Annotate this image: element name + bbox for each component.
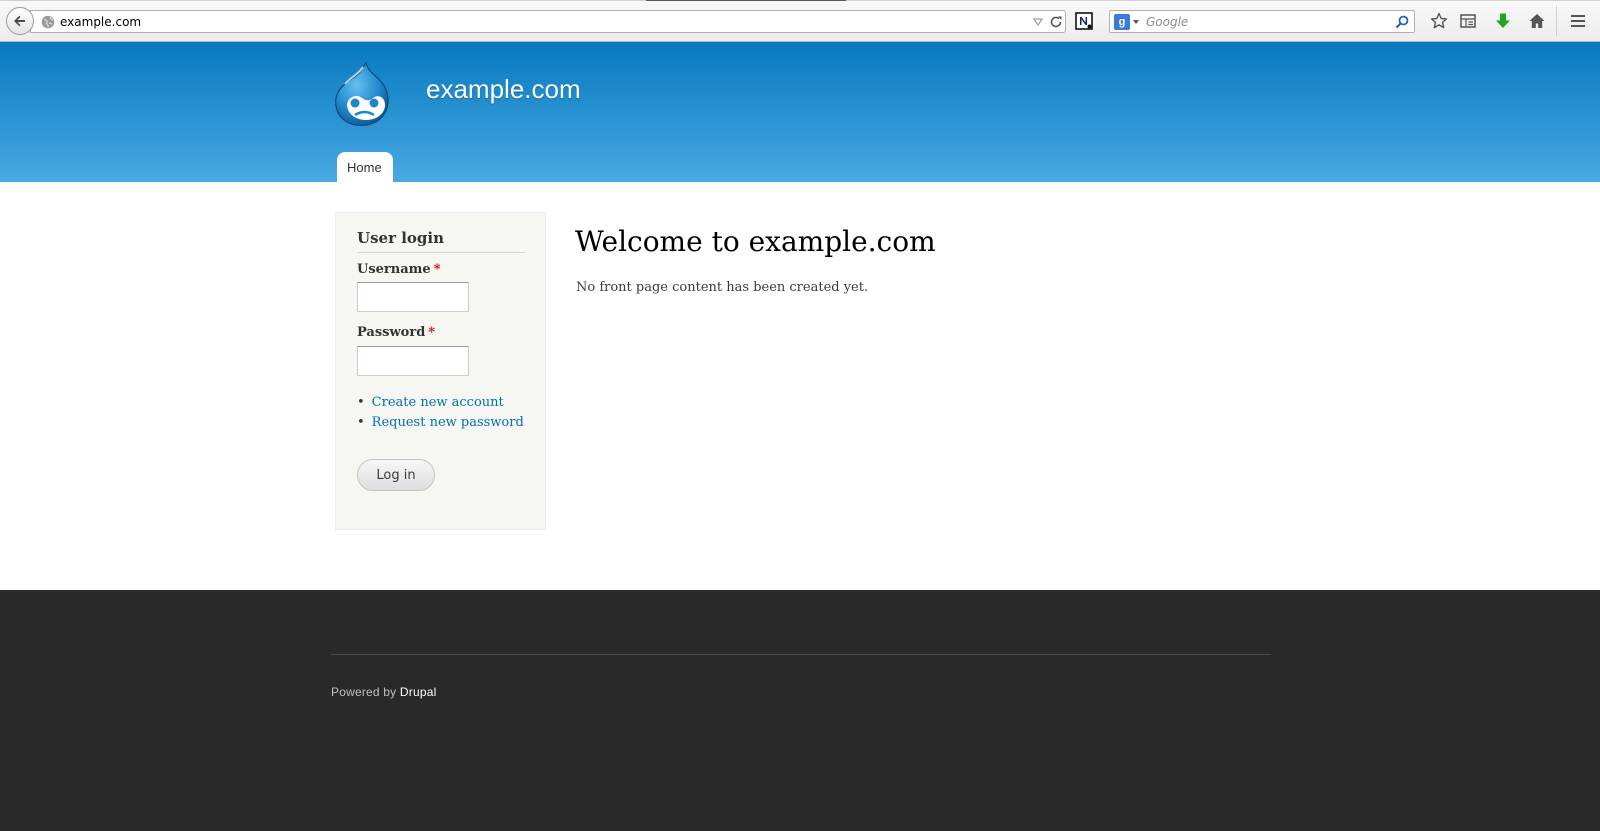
globe-icon [41,15,55,29]
site-footer: Powered by Drupal [0,590,1600,831]
block-title: User login [357,229,525,253]
login-links: Create new account Request new password [357,393,524,433]
footer-divider [330,654,1271,655]
menu-button[interactable] [1567,10,1589,32]
reload-icon[interactable] [1049,15,1063,29]
list-item: Create new account [357,393,524,413]
download-button[interactable] [1492,10,1514,32]
required-marker: * [433,262,441,277]
list-item: Request new password [357,413,524,433]
download-icon [1496,13,1510,28]
site-header: example.com Home [0,42,1600,182]
password-label: Password * [357,325,435,340]
password-label-text: Password [357,325,426,340]
password-input[interactable] [357,346,469,376]
evernote-icon [1075,12,1093,30]
powered-by: Powered by Drupal [331,685,436,699]
back-button[interactable] [6,7,34,35]
home-button[interactable] [1526,10,1548,32]
username-label: Username * [357,262,441,277]
reading-list-icon [1460,14,1476,28]
address-bar[interactable]: example.com [30,10,1066,33]
star-icon [1430,12,1448,29]
login-button[interactable]: Log in [357,459,435,491]
toolbar-separator [1556,6,1557,36]
search-bar[interactable]: g Google [1109,10,1415,33]
username-label-text: Username [357,262,431,277]
home-icon [1529,14,1545,28]
evernote-button[interactable] [1073,10,1095,32]
engine-dropdown-icon[interactable] [1133,20,1139,24]
required-marker: * [428,325,436,340]
page-title: Welcome to example.com [575,225,936,258]
bookmark-button[interactable] [1428,10,1450,32]
dropdown-icon[interactable] [1033,17,1043,27]
browser-toolbar: example.com g Google [0,0,1600,42]
search-icon[interactable] [1395,15,1409,29]
request-password-link[interactable]: Request new password [372,415,524,430]
powered-by-prefix: Powered by [331,685,397,699]
main-menu: Home [337,152,393,182]
back-arrow-icon [14,15,25,27]
page-body: No front page content has been created y… [576,280,869,295]
url-text: example.com [60,15,142,29]
create-account-link[interactable]: Create new account [372,395,504,410]
drupal-logo[interactable] [333,61,393,129]
hamburger-menu-icon [1571,15,1585,27]
user-login-block: User login Username* Password* Create ne… [335,212,546,530]
drupal-link[interactable]: Drupal [400,685,437,699]
google-icon[interactable]: g [1114,14,1130,30]
username-input[interactable] [357,282,469,312]
active-tab-edge [646,0,846,1]
site-name[interactable]: example.com [426,74,581,105]
search-placeholder: Google [1146,15,1189,29]
reading-list-button[interactable] [1457,10,1479,32]
tab-home[interactable]: Home [337,152,393,182]
